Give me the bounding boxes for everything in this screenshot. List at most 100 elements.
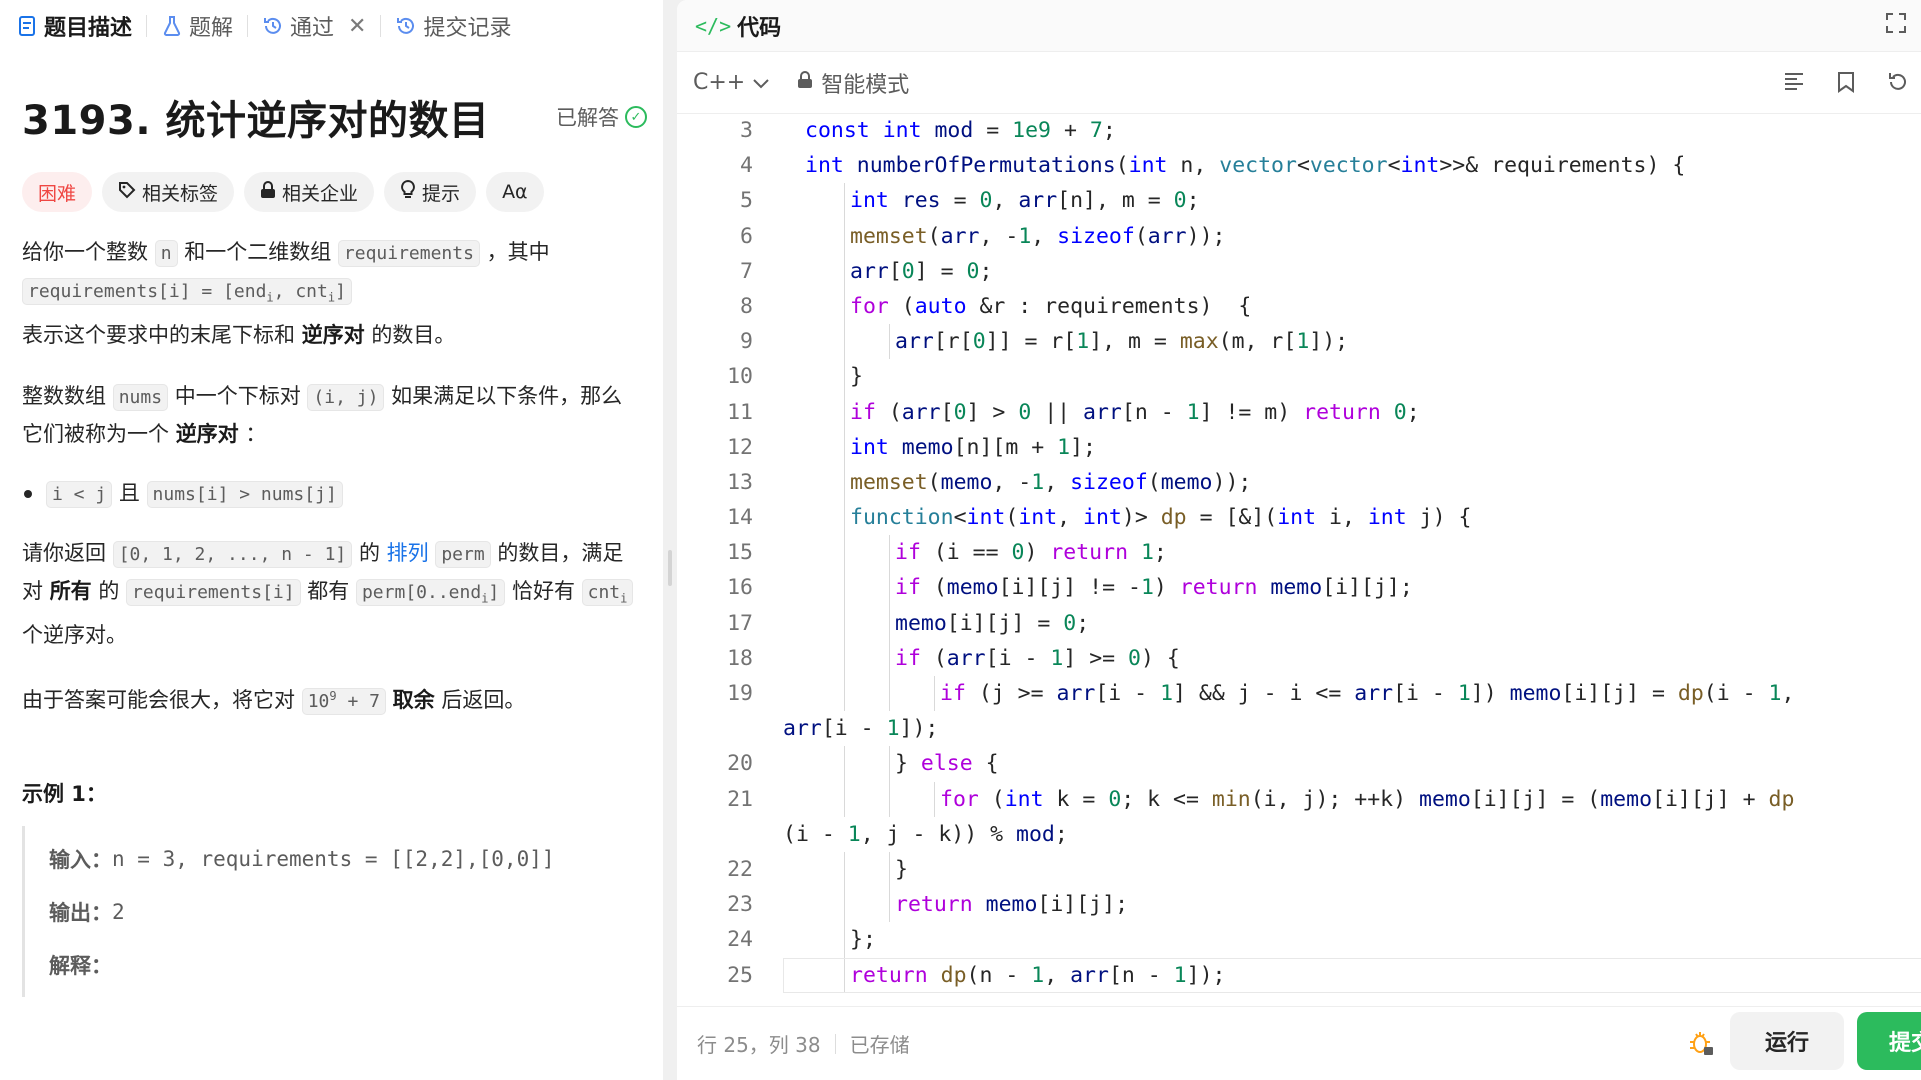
- hint-label: 提示: [422, 182, 461, 205]
- code-line[interactable]: 22}: [677, 851, 1921, 888]
- debug-icon[interactable]: [1689, 1030, 1717, 1058]
- format-icon[interactable]: [1781, 68, 1807, 96]
- code-line[interactable]: 18 if (arr[i - 1] >= 0) {: [677, 640, 1921, 676]
- tab-solutions[interactable]: 题解: [161, 0, 247, 52]
- code-editor[interactable]: 3 const int mod = 1e9 + 7; 4 int numberOfPe…: [677, 113, 1921, 993]
- code-line[interactable]: 25 return dp(n - 1, arr[n - 1]);: [677, 957, 1921, 993]
- code-line[interactable]: arr[i - 1]);: [677, 711, 1921, 746]
- output-label: 输出：: [49, 900, 112, 925]
- code-line[interactable]: 19 if (j >= arr[i - 1] && j - i <= arr[i …: [677, 676, 1921, 712]
- desc-text: 由于答案可能会很大，将它对: [22, 688, 302, 713]
- inline-code: nums: [112, 383, 169, 411]
- inline-code: requirements[i]: [126, 578, 301, 606]
- code-line[interactable]: 10}: [677, 359, 1921, 395]
- code-line[interactable]: 6 memset(arr, -1, sizeof(arr));: [677, 218, 1921, 254]
- close-icon[interactable]: ✕: [348, 14, 366, 39]
- smart-mode-toggle[interactable]: 智能模式: [797, 67, 909, 99]
- code-line[interactable]: 3 const int mod = 1e9 + 7;: [677, 113, 1921, 148]
- desc-text: 的: [91, 578, 127, 603]
- reset-icon[interactable]: [1885, 68, 1911, 96]
- tab-accepted[interactable]: 通过 ✕: [262, 0, 380, 52]
- line-number: 24: [727, 927, 753, 953]
- tab-description[interactable]: 题目描述: [16, 0, 146, 52]
- font-settings-button[interactable]: Aα: [486, 172, 544, 212]
- indent-guide: [889, 535, 890, 571]
- code-text: cnt: [587, 581, 621, 603]
- tab-submissions[interactable]: 提交记录: [395, 0, 525, 52]
- code-line[interactable]: 13 memset(memo, -1, sizeof(memo));: [677, 464, 1921, 501]
- inline-code: requirements: [337, 240, 480, 267]
- code-panel-title: 代码: [737, 15, 782, 41]
- input-value: n = 3, requirements = [[2,2],[0,0]]: [112, 846, 555, 871]
- indent-guide: [889, 781, 890, 817]
- drag-grip[interactable]: [668, 550, 672, 586]
- submit-button[interactable]: 提交: [1857, 1012, 1921, 1070]
- code-line[interactable]: 20} else {: [677, 746, 1921, 782]
- code-text: int res = 0, arr[n], m = 0;: [850, 188, 1200, 214]
- code-text: int memo[n][m + 1];: [850, 434, 1096, 460]
- line-number: 17: [727, 610, 753, 636]
- code-line[interactable]: 21 for (int k = 0; k <= min(i, j); ++k) m…: [677, 781, 1921, 817]
- indent-guide: [844, 324, 845, 360]
- code-text: if (arr[i - 1] >= 0) {: [895, 645, 1180, 671]
- code-line[interactable]: 12 int memo[n][m + 1];: [677, 429, 1921, 465]
- problem-title[interactable]: 3193. 统计逆序对的数目: [22, 88, 489, 146]
- line-number: 4: [740, 153, 753, 179]
- permutation-link[interactable]: 排列: [387, 541, 429, 565]
- line-number: 11: [727, 399, 753, 425]
- problem-tags: 困难 相关标签 相关企业 提示 Aα: [22, 172, 641, 212]
- code-text: } else {: [895, 751, 999, 777]
- solved-status: 已解答 ✓: [556, 102, 647, 132]
- bookmark-icon[interactable]: [1833, 68, 1859, 96]
- code-line[interactable]: 15 if (i == 0) return 1;: [677, 535, 1921, 571]
- code-line[interactable]: 7 arr[0] = 0;: [677, 253, 1921, 289]
- smart-mode-label: 智能模式: [821, 72, 910, 98]
- history-icon: [395, 15, 417, 37]
- code-line[interactable]: 23 return memo[i][j];: [677, 887, 1921, 923]
- code-text: }: [850, 364, 863, 390]
- code-line[interactable]: 5 int res = 0, arr[n], m = 0;: [677, 183, 1921, 219]
- code-sup: 9: [329, 689, 337, 704]
- code-line[interactable]: 16 if (memo[i][j] != -1) return memo[i][j…: [677, 570, 1921, 606]
- code-line[interactable]: 14 function<int(int, int)> dp = [&](int i…: [677, 500, 1921, 536]
- code-panel-header: </> 代码: [677, 0, 1921, 52]
- tab-accepted-label: 通过: [290, 16, 335, 41]
- editor-toolbar: C++ 智能模式: [677, 52, 1921, 114]
- related-tags-button[interactable]: 相关标签: [102, 172, 235, 212]
- panel-resize-handle[interactable]: [663, 0, 677, 1080]
- indent-guide: [844, 535, 845, 571]
- line-number: 21: [727, 786, 753, 812]
- code-text: if (memo[i][j] != -1) return memo[i][j];: [895, 575, 1413, 601]
- code-line[interactable]: 4 int numberOfPermutations(int n, vector<…: [677, 148, 1921, 183]
- code-line[interactable]: 8 for (auto &r : requirements) {: [677, 288, 1921, 325]
- history-icon: [262, 15, 284, 37]
- lock-icon: [797, 70, 813, 95]
- indent-guide: [844, 500, 845, 536]
- hint-button[interactable]: 提示: [384, 172, 477, 212]
- run-button[interactable]: 运行: [1730, 1012, 1844, 1070]
- line-number: 10: [727, 364, 753, 390]
- related-companies-button[interactable]: 相关企业: [244, 172, 375, 212]
- bold-term: 逆序对: [301, 322, 365, 347]
- code-line[interactable]: 24};: [677, 922, 1921, 958]
- code-line[interactable]: 9 arr[r[0]] = r[1], m = max(m, r[1]);: [677, 324, 1921, 360]
- lightbulb-icon: [400, 179, 416, 205]
- bold-term: 所有: [49, 578, 92, 603]
- input-label: 输入：: [49, 847, 112, 872]
- code-line[interactable]: (i - 1, j - k)) % mod;: [677, 817, 1921, 852]
- app-root: 题目描述 题解 通过 ✕ 提交记录 3193. 统计逆序对的数目 已解答 ✓ 困…: [0, 0, 1921, 1080]
- code-text: ]: [335, 281, 346, 302]
- code-text: (i - 1, j - k)) % mod;: [783, 821, 1068, 847]
- inline-code: n: [154, 240, 178, 267]
- fullscreen-icon[interactable]: [1885, 12, 1907, 40]
- line-number: 18: [727, 645, 753, 671]
- code-text: return memo[i][j];: [895, 892, 1129, 918]
- code-text: if (arr[0] > 0 || arr[n - 1] != m) retur…: [850, 399, 1420, 425]
- desc-text: 都有: [300, 578, 356, 603]
- language-select[interactable]: C++: [693, 70, 769, 95]
- indent-guide: [844, 851, 845, 888]
- code-line[interactable]: 17 memo[i][j] = 0;: [677, 605, 1921, 641]
- code-text: if (i == 0) return 1;: [895, 540, 1167, 566]
- code-line[interactable]: 11 if (arr[0] > 0 || arr[n - 1] != m) ret…: [677, 394, 1921, 430]
- indent-guide: [889, 640, 890, 676]
